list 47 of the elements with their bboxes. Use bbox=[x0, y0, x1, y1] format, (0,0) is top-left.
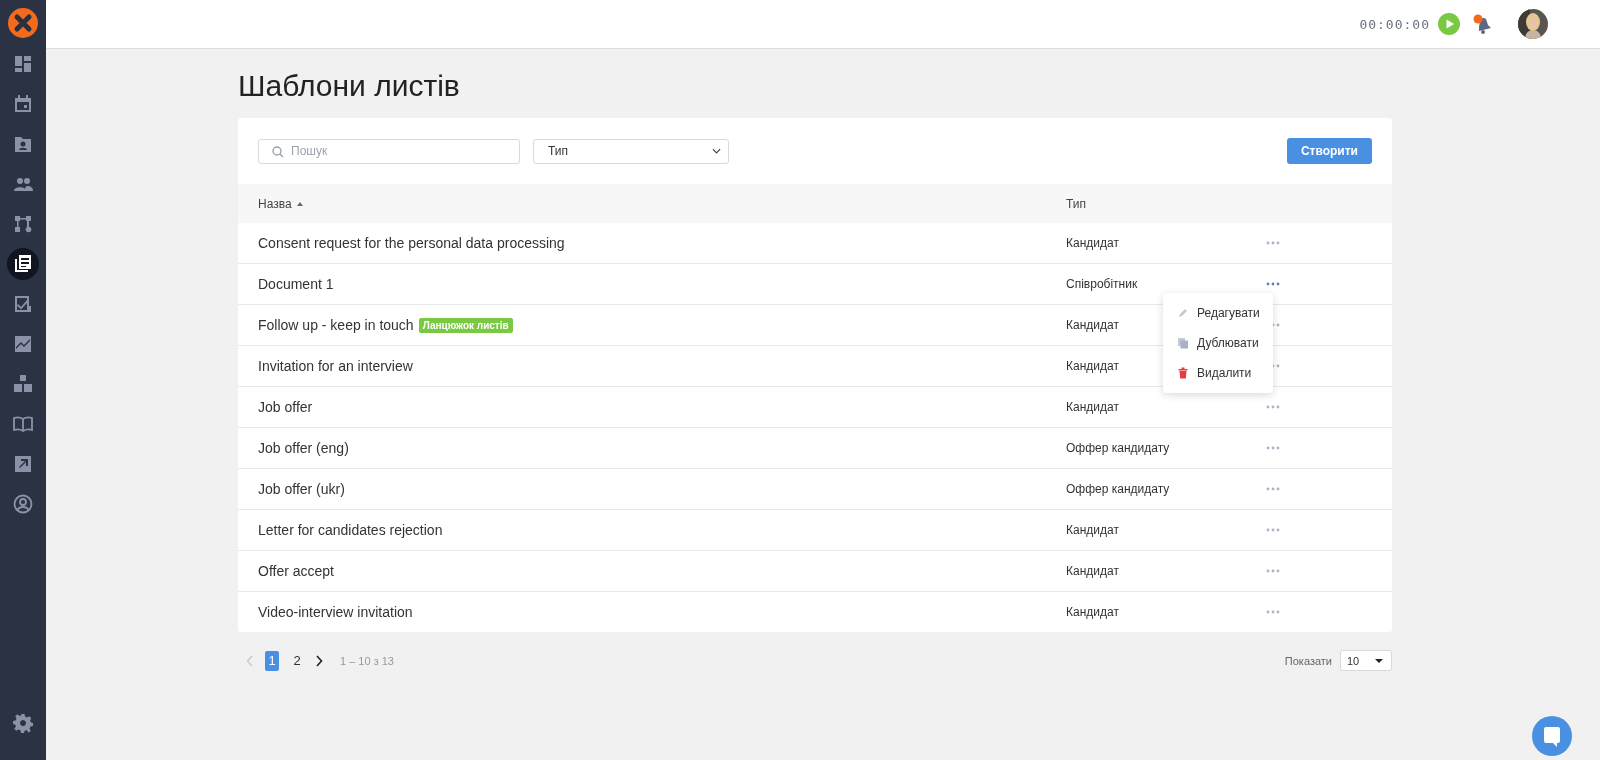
template-name[interactable]: Document 1 bbox=[258, 276, 334, 292]
table-cell: Кандидат bbox=[1066, 359, 1119, 373]
template-name[interactable]: Letter for candidates rejection bbox=[258, 522, 443, 538]
pencil-icon bbox=[1177, 307, 1189, 319]
table-cell: Кандидат bbox=[1066, 564, 1119, 578]
menu-item[interactable]: Дублювати bbox=[1163, 328, 1273, 358]
logo-icon[interactable] bbox=[8, 8, 38, 38]
next-icon[interactable] bbox=[315, 654, 323, 667]
template-name[interactable]: Consent request for the personal data processing bbox=[258, 235, 565, 251]
copy-icon bbox=[1177, 337, 1189, 349]
caret-down-icon bbox=[1375, 658, 1383, 663]
more-icon[interactable] bbox=[1266, 282, 1280, 286]
template-name[interactable]: Follow up - keep in touch bbox=[258, 317, 414, 333]
table-cell: Кандидат bbox=[1066, 236, 1119, 250]
table-cell: Кандидат bbox=[1066, 605, 1119, 619]
table-cell: Кандидат bbox=[1066, 523, 1119, 537]
menu-item[interactable]: Редагувати bbox=[1163, 298, 1273, 328]
settings-icon[interactable] bbox=[13, 713, 33, 733]
type-select[interactable]: Тип bbox=[533, 138, 729, 164]
template-name[interactable]: Offer accept bbox=[258, 563, 334, 579]
search-icon bbox=[272, 145, 284, 158]
search-field[interactable]: Пошук bbox=[258, 138, 520, 164]
menu-item[interactable]: Видалити bbox=[1163, 358, 1273, 388]
chat-button[interactable] bbox=[1532, 716, 1572, 756]
template-name[interactable]: Video-interview invitation bbox=[258, 604, 413, 620]
documents-icon[interactable] bbox=[7, 248, 39, 280]
page-size-select[interactable]: 10 bbox=[1340, 650, 1392, 671]
timer: 00:00:00 bbox=[1359, 16, 1430, 32]
template-name[interactable]: Job offer (ukr) bbox=[258, 481, 345, 497]
template-name[interactable]: Job offer bbox=[258, 399, 313, 415]
template-name[interactable]: Invitation for an interview bbox=[258, 358, 413, 374]
page-link[interactable]: 2 bbox=[290, 650, 304, 671]
chevron-down-icon bbox=[712, 148, 721, 154]
table-cell: Оффер кандидату bbox=[1066, 482, 1170, 496]
column-header[interactable]: Назва bbox=[258, 196, 303, 211]
range-label: 1 – 10 з 13 bbox=[340, 654, 394, 667]
page-size-label: Показати bbox=[1284, 654, 1332, 667]
chain-tag: Ланцюжок листів bbox=[418, 317, 513, 333]
template-name[interactable]: Job offer (eng) bbox=[258, 440, 349, 456]
page-title: Шаблони листів bbox=[238, 69, 461, 103]
table-cell: Оффер кандидату bbox=[1066, 441, 1170, 455]
bell-icon[interactable] bbox=[1472, 13, 1494, 35]
column-header[interactable]: Тип bbox=[1066, 196, 1086, 211]
table-cell: Співробітник bbox=[1066, 277, 1138, 291]
table-cell: Кандидат bbox=[1066, 318, 1119, 332]
table-cell: Кандидат bbox=[1066, 400, 1119, 414]
trash-icon bbox=[1177, 367, 1189, 379]
